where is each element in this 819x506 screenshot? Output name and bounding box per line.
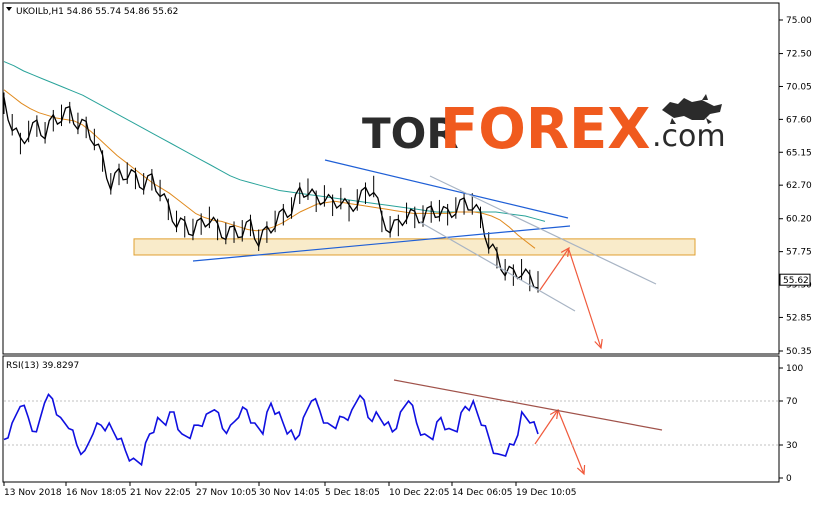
rsi-indicator-label: RSI(13) 39.8297: [6, 361, 79, 371]
price-y-axis: 75.00 72.50 70.05 67.60 65.15 62.70 60.20 57.75…: [779, 16, 812, 357]
watermark-part2: FOREX: [440, 97, 650, 162]
current-price-label: 55.62: [783, 276, 809, 286]
y-tick-label-9: 52.85: [786, 313, 812, 323]
chart-area: TOR FOREX .com 75.00 72.50 70.05 67.60 65.15…: [0, 0, 819, 502]
rsi-y-axis: 100 70 30 0: [779, 364, 803, 484]
rsi-y-tick-label-0: 100: [786, 364, 803, 374]
y-tick-label-6: 60.20: [786, 215, 812, 225]
y-tick-label-0: 75.00: [786, 16, 812, 26]
rsi-panel-frame: [2, 355, 780, 483]
y-tick-label-3: 67.60: [786, 115, 812, 125]
chart-svg: TOR FOREX .com 75.0072.5070.0567.6065.15…: [2, 2, 812, 498]
rsi-y-tick-label-2: 30: [786, 441, 798, 451]
x-tick-label-6: 10 Dec 22:05: [389, 488, 450, 498]
y-tick-label-1: 72.50: [786, 50, 812, 60]
x-tick-label-8: 19 Dec 10:05: [516, 488, 577, 498]
x-tick-label-3: 27 Nov 10:05: [196, 488, 257, 498]
y-tick-label-4: 65.15: [786, 148, 812, 158]
y-tick-label-7: 57.75: [786, 248, 812, 258]
y-tick-label-10: 50.35: [786, 347, 812, 357]
support-zone-rect: [133, 238, 696, 256]
rsi-y-tick-label-3: 0: [786, 474, 792, 484]
support-zone-layer: [133, 238, 696, 256]
x-tick-label-1: 16 Nov 18:05: [66, 488, 127, 498]
x-tick-label-0: 13 Nov 2018: [4, 488, 62, 498]
watermark-part3: .com: [652, 119, 726, 154]
x-tick-label-7: 14 Dec 06:05: [452, 488, 513, 498]
y-tick-label-5: 62.70: [786, 181, 812, 191]
x-tick-label-5: 5 Dec 18:05: [325, 488, 380, 498]
rsi-y-tick-label-1: 70: [786, 397, 798, 407]
symbol-info-label: UKOILb,H1 54.86 55.74 54.86 55.62: [16, 7, 178, 17]
x-tick-label-2: 21 Nov 22:05: [130, 488, 191, 498]
time-x-axis: 13 Nov 2018 16 Nov 18:05 21 Nov 22:05 27 No…: [3, 482, 577, 498]
x-tick-label-4: 30 Nov 14:05: [259, 488, 320, 498]
y-tick-label-2: 70.05: [786, 82, 812, 92]
current-price-tag: 55.62: [779, 273, 811, 286]
